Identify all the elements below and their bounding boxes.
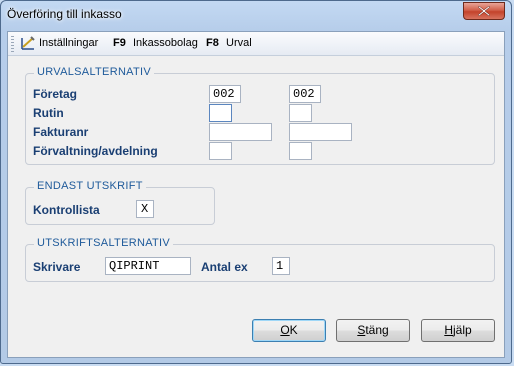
ok-label-rest: K xyxy=(289,323,298,337)
forvaltning-to-field[interactable] xyxy=(289,142,312,160)
skrivare-field[interactable]: QIPRINT xyxy=(105,257,191,275)
toolbar: Inställningar F9 Inkassobolag F8 Urval xyxy=(8,32,504,56)
dialog-window: Överföring till inkasso Inställningar F9… xyxy=(0,0,512,364)
settings-icon[interactable] xyxy=(20,35,36,54)
ok-mnemonic: O xyxy=(280,323,290,337)
forvaltning-label: Förvaltning/avdelning xyxy=(33,144,158,158)
skrivare-label: Skrivare xyxy=(33,260,81,274)
title-bar[interactable]: Överföring till inkasso xyxy=(1,1,511,31)
utskrift-group: UTSKRIFTSALTERNATIV xyxy=(25,237,495,282)
ok-button[interactable]: OK xyxy=(252,319,326,342)
foretag-to-field[interactable]: 002 xyxy=(289,85,321,103)
rutin-label: Rutin xyxy=(33,106,64,120)
hjalp-mnemonic: H xyxy=(444,323,453,337)
utskrift-group-title: UTSKRIFTSALTERNATIV xyxy=(34,237,174,249)
f9-key-label: F9 xyxy=(113,37,126,49)
rutin-to-field[interactable] xyxy=(289,104,312,122)
urval-button[interactable]: Urval xyxy=(226,37,252,49)
fakturanr-from-field[interactable] xyxy=(209,123,272,141)
fakturanr-to-field[interactable] xyxy=(289,123,352,141)
window-title: Överföring till inkasso xyxy=(7,7,122,21)
rutin-from-field[interactable] xyxy=(209,104,232,122)
fakturanr-label: Fakturanr xyxy=(33,125,89,139)
forvaltning-from-field[interactable] xyxy=(209,142,232,160)
close-icon xyxy=(478,6,490,16)
f8-key-label: F8 xyxy=(206,37,219,49)
settings-button[interactable]: Inställningar xyxy=(39,37,98,49)
hjalp-label-rest: jälp xyxy=(452,323,472,337)
stang-button[interactable]: Stäng xyxy=(336,319,410,342)
endast-utskrift-group-title: ENDAST UTSKRIFT xyxy=(34,180,146,192)
inkassobolag-button[interactable]: Inkassobolag xyxy=(133,37,198,49)
hjalp-button[interactable]: Hjälp xyxy=(421,319,495,342)
toolbar-grip[interactable] xyxy=(11,36,14,52)
antal-ex-label: Antal ex xyxy=(201,260,248,274)
kontrollista-label: Kontrollista xyxy=(33,203,100,217)
foretag-from-field[interactable]: 002 xyxy=(209,85,241,103)
urval-group-title: URVALSALTERNATIV xyxy=(34,66,155,78)
kontrollista-field[interactable]: X xyxy=(136,200,154,218)
stang-label-rest: täng xyxy=(365,323,389,337)
antal-ex-field[interactable]: 1 xyxy=(272,257,290,275)
close-button[interactable] xyxy=(463,2,505,20)
foretag-label: Företag xyxy=(33,87,78,101)
dialog-client-area: Inställningar F9 Inkassobolag F8 Urval U… xyxy=(7,31,505,358)
